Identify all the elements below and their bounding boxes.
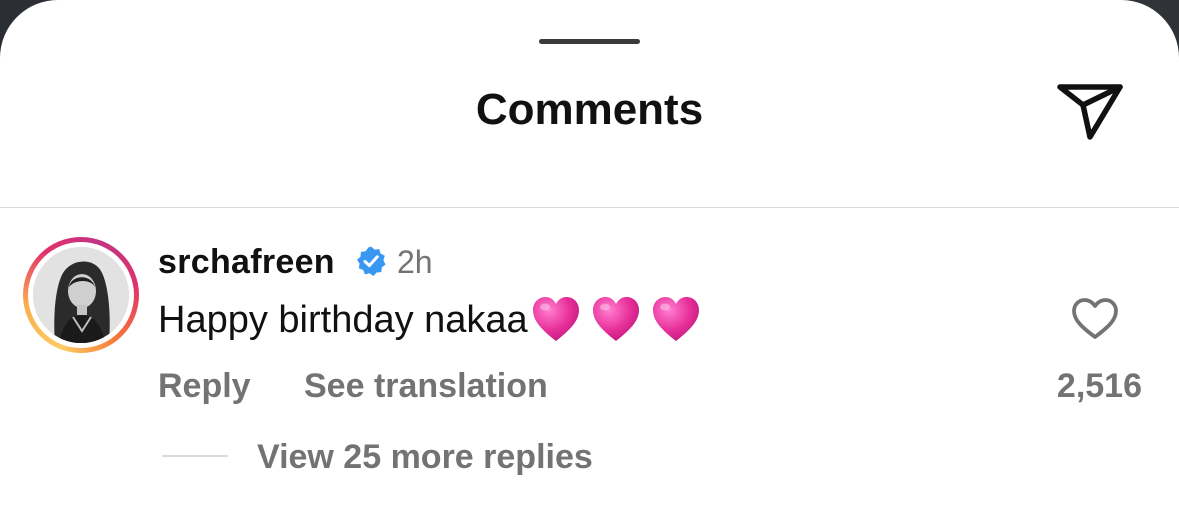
heart-outline-icon: [1072, 298, 1118, 339]
comment-username[interactable]: srchafreen: [158, 242, 335, 282]
comment-emojis: [530, 294, 702, 346]
like-button[interactable]: [1070, 296, 1120, 342]
avatar[interactable]: [33, 247, 129, 343]
paper-plane-icon: [1057, 84, 1123, 140]
view-more-replies-button[interactable]: View 25 more replies: [257, 437, 593, 477]
pink-heart-emoji: [592, 297, 639, 341]
reply-button[interactable]: Reply: [158, 366, 251, 406]
share-button[interactable]: [1054, 78, 1126, 146]
like-count: 2,516: [1056, 367, 1142, 405]
pink-heart-emoji: [532, 297, 579, 341]
avatar-story-ring[interactable]: [23, 237, 139, 353]
comment-timestamp: 2h: [397, 244, 433, 280]
page-title: Comments: [475, 85, 704, 134]
sheet-grabber-handle[interactable]: [539, 39, 640, 44]
avatar-photo: [33, 247, 129, 343]
see-translation-button[interactable]: See translation: [304, 366, 548, 406]
pink-heart-emoji: [652, 297, 699, 341]
comment-text: Happy birthday nakaa: [158, 299, 528, 341]
header-divider: [0, 207, 1179, 208]
replies-indicator-line: [162, 455, 228, 457]
verified-badge-icon: [357, 246, 386, 276]
comments-sheet: Comments srchafreen 2h Happy birthday na: [0, 0, 1179, 514]
